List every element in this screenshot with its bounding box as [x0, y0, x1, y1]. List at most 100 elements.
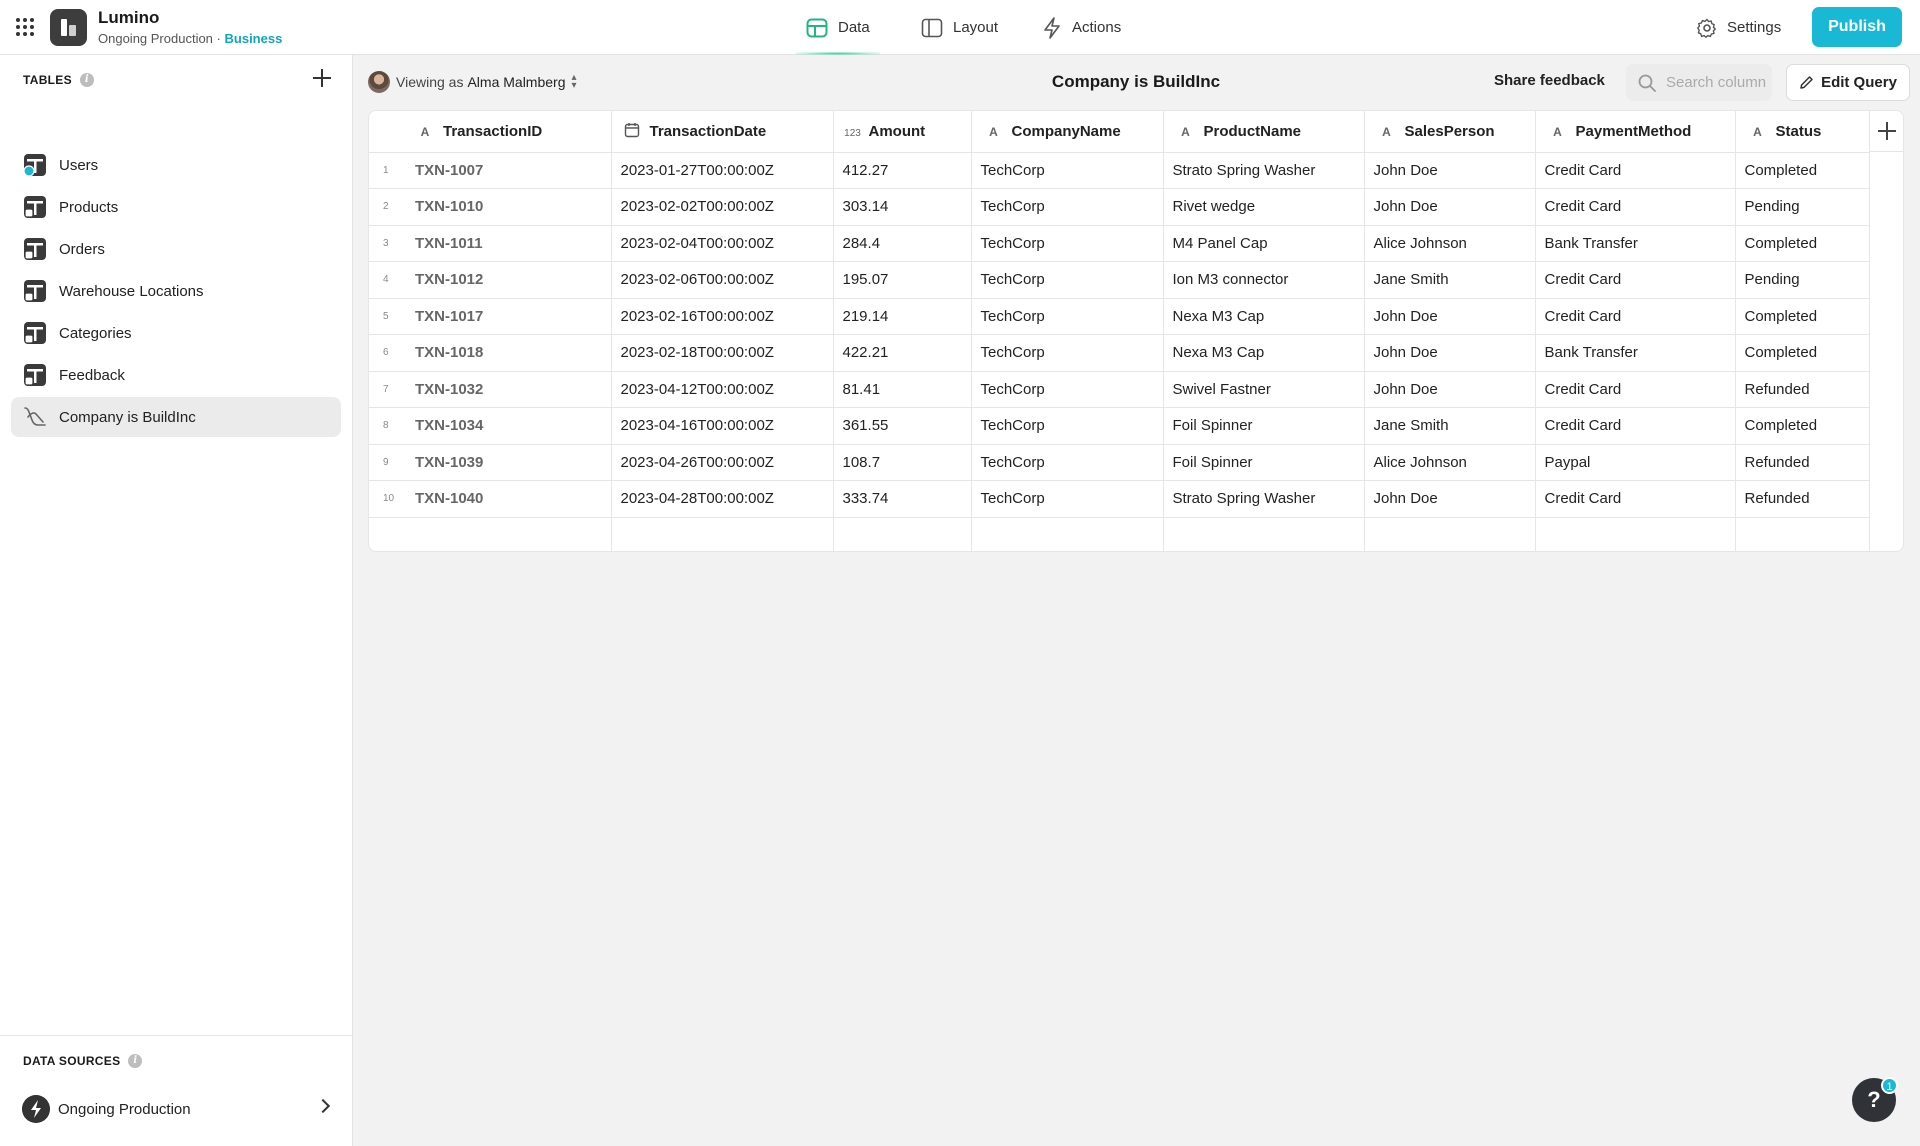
table-row[interactable]: 5 TXN-1017 2023-02-16T00:00:00Z 219.14 TechC… [369, 298, 1870, 335]
product-name-cell[interactable]: Ion M3 connector [1163, 261, 1365, 299]
transaction-date-cell[interactable]: 2023-02-18T00:00:00Z [611, 334, 834, 372]
company-name-cell[interactable]: TechCorp [971, 152, 1164, 189]
payment-method-cell[interactable]: Paypal [1535, 444, 1736, 481]
table-row[interactable]: 2 TXN-1010 2023-02-02T00:00:00Z 303.14 TechC… [369, 188, 1870, 226]
table-row[interactable]: 10 TXN-1040 2023-04-28T00:00:00Z 333.74 Tech… [369, 480, 1870, 518]
tab-data[interactable]: Data [796, 0, 880, 55]
table-row[interactable]: 9 TXN-1039 2023-04-26T00:00:00Z 108.7 TechCo… [369, 444, 1870, 481]
company-name-cell[interactable]: TechCorp [971, 480, 1164, 518]
tab-actions[interactable]: Actions [1042, 0, 1121, 55]
table-row[interactable]: 7 TXN-1032 2023-04-12T00:00:00Z 81.41 TechCo… [369, 371, 1870, 408]
sales-person-cell[interactable]: Jane Smith [1364, 407, 1536, 445]
status-cell[interactable]: Completed [1735, 334, 1870, 372]
amount-cell[interactable]: 219.14 [833, 298, 972, 335]
payment-method-cell[interactable]: Credit Card [1535, 371, 1736, 408]
sales-person-cell[interactable]: Alice Johnson [1364, 444, 1536, 481]
sales-person-cell[interactable]: John Doe [1364, 298, 1536, 335]
table-row[interactable]: 8 TXN-1034 2023-04-16T00:00:00Z 361.55 TechC… [369, 407, 1870, 445]
transaction-date-cell[interactable]: 2023-04-28T00:00:00Z [611, 480, 834, 518]
transaction-date-cell[interactable]: 2023-02-04T00:00:00Z [611, 225, 834, 262]
amount-cell[interactable]: 303.14 [833, 188, 972, 226]
product-name-cell[interactable]: M4 Panel Cap [1163, 225, 1365, 262]
column-header-companyname[interactable]: A CompanyName [971, 111, 1164, 153]
company-name-cell[interactable]: TechCorp [971, 261, 1164, 299]
amount-cell[interactable]: 81.41 [833, 371, 972, 408]
table-row[interactable]: 6 TXN-1018 2023-02-18T00:00:00Z 422.21 TechC… [369, 334, 1870, 372]
transaction-date-cell[interactable]: 2023-04-26T00:00:00Z [611, 444, 834, 481]
payment-method-cell[interactable]: Bank Transfer [1535, 334, 1736, 372]
sidebar-item-products[interactable]: Products [11, 187, 341, 227]
sales-person-cell[interactable]: John Doe [1364, 334, 1536, 372]
table-row[interactable]: 1 TXN-1007 2023-01-27T00:00:00Z 412.27 TechC… [369, 152, 1870, 189]
status-cell[interactable]: Refunded [1735, 371, 1870, 408]
sidebar-item-feedback[interactable]: Feedback [11, 355, 341, 395]
amount-cell[interactable]: 195.07 [833, 261, 972, 299]
transaction-id-cell[interactable]: TXN-1018 [403, 334, 612, 372]
product-name-cell[interactable]: Foil Spinner [1163, 444, 1365, 481]
sidebar-item-company-is-buildinc[interactable]: Company is BuildInc [11, 397, 341, 437]
status-cell[interactable]: Refunded [1735, 480, 1870, 518]
table-row[interactable]: 4 TXN-1012 2023-02-06T00:00:00Z 195.07 TechC… [369, 261, 1870, 299]
sidebar-item-users[interactable]: Users [11, 145, 341, 185]
edit-query-button[interactable]: Edit Query [1786, 64, 1910, 101]
product-name-cell[interactable]: Strato Spring Washer [1163, 480, 1365, 518]
info-icon[interactable]: i [79, 73, 94, 87]
transaction-date-cell[interactable]: 2023-04-12T00:00:00Z [611, 371, 834, 408]
app-grid-icon[interactable] [16, 18, 34, 36]
amount-cell[interactable]: 422.21 [833, 334, 972, 372]
settings-button[interactable]: Settings [1697, 0, 1781, 55]
status-cell[interactable]: Refunded [1735, 444, 1870, 481]
company-name-cell[interactable]: TechCorp [971, 334, 1164, 372]
status-cell[interactable]: Pending [1735, 188, 1870, 226]
sales-person-cell[interactable]: John Doe [1364, 188, 1536, 226]
column-header-paymentmethod[interactable]: A PaymentMethod [1535, 111, 1736, 153]
column-header-status[interactable]: A Status [1735, 111, 1870, 153]
company-name-cell[interactable]: TechCorp [971, 188, 1164, 226]
payment-method-cell[interactable]: Credit Card [1535, 480, 1736, 518]
company-name-cell[interactable]: TechCorp [971, 371, 1164, 408]
amount-cell[interactable]: 361.55 [833, 407, 972, 445]
transaction-date-cell[interactable]: 2023-02-16T00:00:00Z [611, 298, 834, 335]
product-name-cell[interactable]: Rivet wedge [1163, 188, 1365, 226]
product-name-cell[interactable]: Nexa M3 Cap [1163, 334, 1365, 372]
status-cell[interactable]: Completed [1735, 225, 1870, 262]
product-name-cell[interactable]: Strato Spring Washer [1163, 152, 1365, 189]
company-name-cell[interactable]: TechCorp [971, 407, 1164, 445]
payment-method-cell[interactable]: Bank Transfer [1535, 225, 1736, 262]
share-feedback-button[interactable]: Share feedback [1494, 72, 1605, 89]
company-name-cell[interactable]: TechCorp [971, 225, 1164, 262]
transaction-id-cell[interactable]: TXN-1007 [403, 152, 612, 189]
transaction-id-cell[interactable]: TXN-1032 [403, 371, 612, 408]
transaction-id-cell[interactable]: TXN-1012 [403, 261, 612, 299]
status-cell[interactable]: Pending [1735, 261, 1870, 299]
product-name-cell[interactable]: Foil Spinner [1163, 407, 1365, 445]
empty-row[interactable] [369, 517, 1870, 551]
status-cell[interactable]: Completed [1735, 407, 1870, 445]
product-name-cell[interactable]: Nexa M3 Cap [1163, 298, 1365, 335]
company-name-cell[interactable]: TechCorp [971, 444, 1164, 481]
sales-person-cell[interactable]: Jane Smith [1364, 261, 1536, 299]
company-name-cell[interactable]: TechCorp [971, 298, 1164, 335]
payment-method-cell[interactable]: Credit Card [1535, 152, 1736, 189]
product-name-cell[interactable]: Swivel Fastner [1163, 371, 1365, 408]
payment-method-cell[interactable]: Credit Card [1535, 261, 1736, 299]
payment-method-cell[interactable]: Credit Card [1535, 298, 1736, 335]
column-header-salesperson[interactable]: A SalesPerson [1364, 111, 1536, 153]
amount-cell[interactable]: 284.4 [833, 225, 972, 262]
column-header-productname[interactable]: A ProductName [1163, 111, 1365, 153]
viewing-as-selector[interactable]: Viewing as Alma Malmberg ▴ ▾ [368, 71, 577, 93]
column-header-amount[interactable]: 123 Amount [833, 111, 972, 153]
column-header-transactionid[interactable]: A TransactionID [403, 111, 612, 153]
info-icon[interactable]: i [128, 1054, 143, 1068]
transaction-date-cell[interactable]: 2023-01-27T00:00:00Z [611, 152, 834, 189]
payment-method-cell[interactable]: Credit Card [1535, 407, 1736, 445]
amount-cell[interactable]: 108.7 [833, 444, 972, 481]
transaction-date-cell[interactable]: 2023-02-06T00:00:00Z [611, 261, 834, 299]
transaction-id-cell[interactable]: TXN-1017 [403, 298, 612, 335]
amount-cell[interactable]: 333.74 [833, 480, 972, 518]
transaction-id-cell[interactable]: TXN-1040 [403, 480, 612, 518]
add-column-button[interactable] [1869, 111, 1903, 152]
sidebar-item-categories[interactable]: Categories [11, 313, 341, 353]
table-row[interactable]: 3 TXN-1011 2023-02-04T00:00:00Z 284.4 TechCo… [369, 225, 1870, 262]
status-cell[interactable]: Completed [1735, 152, 1870, 189]
